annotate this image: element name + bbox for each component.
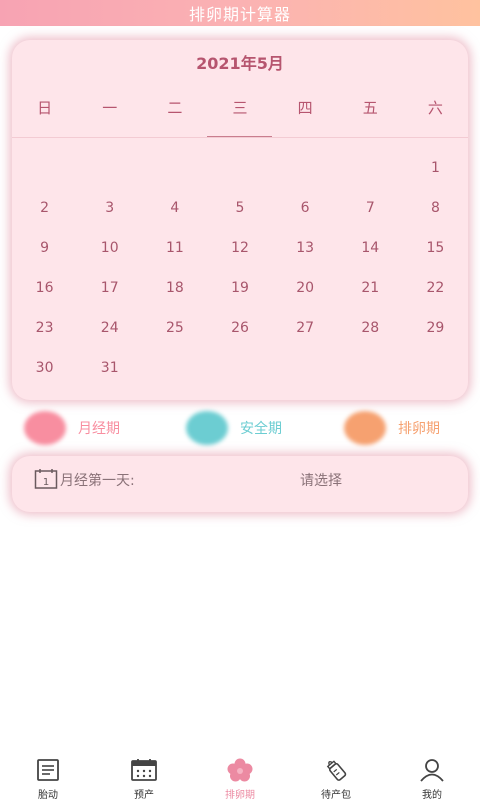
calendar-day[interactable]: 4 [142,188,207,228]
legend: 月经期 安全期 排卵期 [0,408,480,448]
tab-profile[interactable]: 我的 [384,752,480,800]
legend-dot-safe [186,411,228,445]
calendar-day[interactable]: 23 [12,308,77,348]
calendar-day[interactable]: 20 [273,268,338,308]
calendar-day[interactable]: 30 [12,348,77,388]
divider [12,137,468,138]
calendar-day[interactable]: 8 [403,188,468,228]
weekday-label: 四 [297,99,313,117]
calendar-day[interactable]: 9 [12,228,77,268]
tab-label: 排卵期 [225,790,255,800]
weekday-label: 一 [102,99,118,117]
weekday-label: 三 [232,99,248,117]
app-screen: 排卵期计算器 2021年5月 日 一 二 三 四 五 六 1 2 3 4 5 6 7 8 9 10… [0,0,480,800]
weekday-label: 六 [427,99,443,117]
calendar-day[interactable]: 5 [207,188,272,228]
weekday-label: 五 [362,99,378,117]
calendar-day[interactable]: 12 [207,228,272,268]
calendar-icon [131,759,157,781]
legend-dot-ovulation [344,411,386,445]
tab-label: 待产包 [321,790,351,800]
calendar-day[interactable]: 24 [77,308,142,348]
tab-label: 我的 [422,790,442,800]
legend-item-safe: 安全期 [186,408,282,448]
tab-hospital-bag[interactable]: 待产包 [288,752,384,800]
calendar-day-empty [12,148,77,188]
calendar-day[interactable]: 18 [142,268,207,308]
calendar-day[interactable]: 16 [12,268,77,308]
period-start-label: 月经第一天: [60,473,135,489]
calendar-day-empty [142,148,207,188]
baby-bottle-icon [326,760,347,781]
calendar-day[interactable]: 1 [403,148,468,188]
legend-item-period: 月经期 [24,408,120,448]
calendar-icon-number: 1 [43,477,49,488]
legend-label-period: 月经期 [78,421,120,437]
bottom-tab-bar: 胎动 预产 排卵期 待产包 我的 [0,752,480,800]
calendar-day[interactable]: 3 [77,188,142,228]
calendar-day[interactable]: 10 [77,228,142,268]
legend-label-safe: 安全期 [240,421,282,437]
days-grid: 1 2 3 4 5 6 7 8 9 10 11 12 13 14 15 16 17 18 19 20 21 22 23 24 2… [12,148,468,388]
calendar-day[interactable]: 14 [338,228,403,268]
tab-label: 预产 [134,790,154,800]
legend-item-ovulation: 排卵期 [344,408,440,448]
calendar-icon: 1 [34,469,58,489]
tab-ovulation[interactable]: 排卵期 [192,752,288,800]
calendar-day[interactable]: 31 [77,348,142,388]
calendar-day[interactable]: 2 [12,188,77,228]
calendar-day[interactable]: 13 [273,228,338,268]
calendar-day[interactable]: 19 [207,268,272,308]
calendar-day[interactable]: 6 [273,188,338,228]
calendar-day[interactable]: 17 [77,268,142,308]
calendar-day[interactable]: 22 [403,268,468,308]
calendar-day-empty [338,148,403,188]
calendar-day[interactable]: 15 [403,228,468,268]
legend-dot-period [24,411,66,445]
tab-fetal-movement[interactable]: 胎动 [0,752,96,800]
clipboard-icon [37,759,59,781]
weekday-label: 日 [37,99,53,117]
calendar-day[interactable]: 26 [207,308,272,348]
flower-icon [227,758,253,782]
calendar-day-empty [273,148,338,188]
page-title: 排卵期计算器 [188,5,291,24]
calendar-day[interactable]: 28 [338,308,403,348]
tab-due-date[interactable]: 预产 [96,752,192,800]
month-title: 2021年5月 [196,54,284,73]
weekday-label: 二 [167,99,183,117]
period-start-selector[interactable]: 1 月经第一天: 请选择 [12,456,468,512]
calendar-card: 2021年5月 日 一 二 三 四 五 六 1 2 3 4 5 6 7 8 9 10 11 12 13 1… [12,40,468,400]
calendar-day-empty [207,148,272,188]
calendar-day[interactable]: 27 [273,308,338,348]
calendar-day[interactable]: 11 [142,228,207,268]
weekday-header: 日 一 二 三 四 五 六 [12,96,468,120]
period-start-value[interactable]: 请选择 [300,470,342,490]
calendar-day[interactable]: 7 [338,188,403,228]
header-bar: 排卵期计算器 [0,0,480,26]
calendar-day-empty [77,148,142,188]
calendar-day[interactable]: 25 [142,308,207,348]
calendar-day[interactable]: 29 [403,308,468,348]
tab-label: 胎动 [38,790,58,800]
user-icon [420,759,444,782]
legend-label-ovulation: 排卵期 [398,421,440,437]
calendar-day[interactable]: 21 [338,268,403,308]
